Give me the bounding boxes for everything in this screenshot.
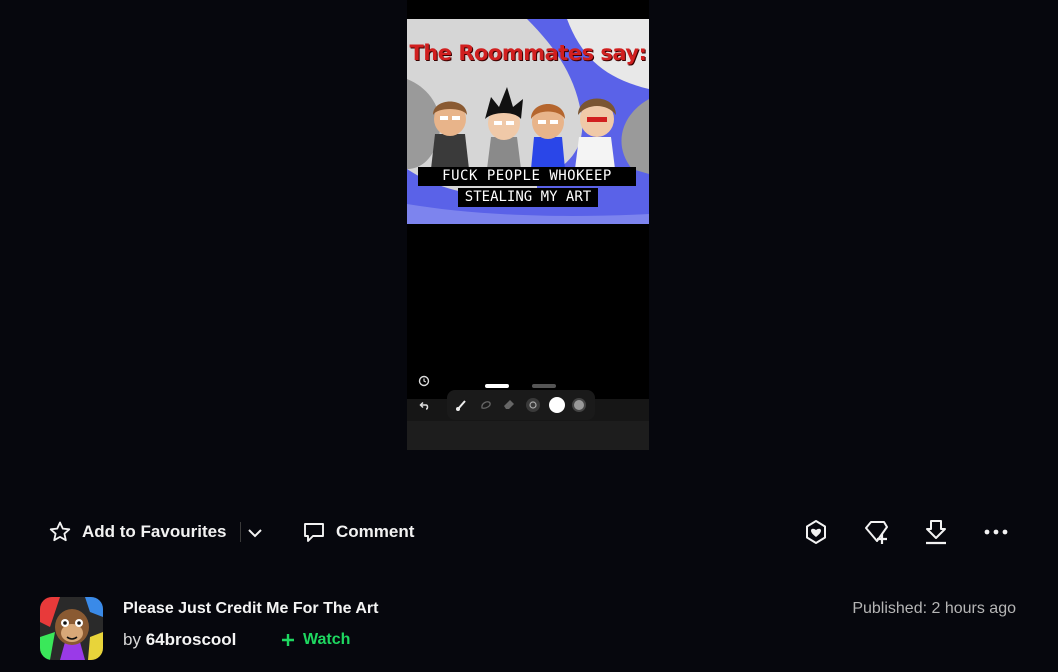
color-white-icon	[549, 397, 565, 413]
smudge-icon	[481, 401, 491, 409]
published-date: Published: 2 hours ago	[852, 600, 1016, 617]
by-prefix: by	[123, 630, 141, 649]
comment-icon	[304, 523, 324, 542]
brush-icon	[456, 400, 466, 411]
artwork-viewer[interactable]: The Roommates say: FUCK PEOPLE WHOKEEP S…	[407, 0, 649, 450]
artwork-caption-line2: STEALING MY ART	[458, 188, 598, 207]
eraser-icon	[504, 400, 514, 409]
author-avatar[interactable]	[40, 597, 103, 660]
byline: by 64broscool	[123, 630, 236, 650]
page-indicator-active	[485, 384, 509, 388]
comment-label: Comment	[336, 522, 415, 541]
avatar-image	[40, 597, 103, 660]
drawing-toolbar	[447, 390, 595, 420]
action-bar: Add to Favourites Comment	[0, 510, 1058, 554]
artwork-image: The Roommates say: FUCK PEOPLE WHOKEEP S…	[407, 19, 649, 224]
author-link[interactable]: 64broscool	[146, 630, 237, 649]
give-icon[interactable]	[802, 518, 830, 546]
drawing-app-bottom	[407, 421, 649, 450]
artwork-title-text: The Roommates say:	[409, 41, 648, 65]
download-icon[interactable]	[922, 518, 950, 546]
divider	[240, 522, 241, 542]
history-icon	[418, 375, 430, 387]
deviation-title: Please Just Credit Me For The Art	[123, 600, 379, 617]
artwork-caption-line1: FUCK PEOPLE WHOKEEP	[418, 167, 636, 186]
undo-icon	[419, 401, 429, 410]
brush-size-icon	[526, 398, 540, 412]
add-to-collection-icon[interactable]	[862, 518, 890, 546]
plus-icon	[282, 634, 294, 646]
chevron-down-icon[interactable]	[246, 524, 264, 542]
more-icon[interactable]	[982, 518, 1010, 546]
opacity-icon	[572, 398, 586, 412]
watch-button[interactable]: Watch	[280, 631, 350, 649]
comment-button[interactable]: Comment	[302, 520, 414, 544]
page-indicator	[532, 384, 556, 388]
add-to-favourites-label: Add to Favourites	[82, 522, 227, 541]
watch-label: Watch	[303, 631, 351, 648]
star-icon	[49, 521, 71, 542]
add-to-favourites-button[interactable]: Add to Favourites	[48, 520, 227, 544]
